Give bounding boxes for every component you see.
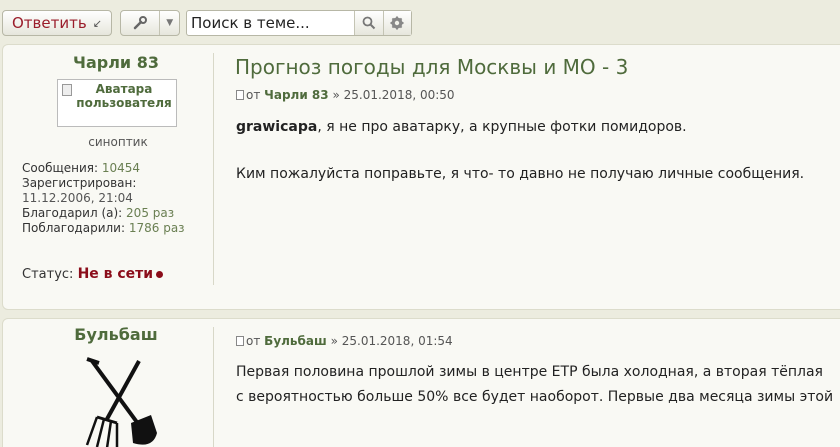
was-thanked-count[interactable]: 1786 раз bbox=[129, 221, 185, 235]
gear-icon bbox=[390, 16, 404, 30]
search-input[interactable] bbox=[187, 11, 354, 35]
pitchfork-shovel-icon bbox=[85, 357, 157, 447]
advanced-search-button[interactable] bbox=[382, 11, 411, 35]
user-rank: синоптик bbox=[88, 135, 148, 149]
reply-arrow-icon: ↙ bbox=[92, 16, 102, 30]
author-name[interactable]: Бульбаш bbox=[3, 325, 229, 344]
meta-from: от bbox=[246, 88, 261, 102]
registered-label: Зарегистрирован: bbox=[22, 176, 137, 190]
post-text: , я не про аватарку, а крупные фотки пом… bbox=[317, 119, 687, 135]
messages-count[interactable]: 10454 bbox=[102, 161, 140, 175]
meta-author[interactable]: Бульбаш bbox=[264, 334, 327, 348]
registered-date: 11.12.2006, 21:04 bbox=[22, 191, 133, 205]
status-value: Не в сети bbox=[77, 266, 154, 282]
post-text-line: с вероятностью больше 50% все будет наоб… bbox=[236, 389, 834, 405]
post-text-line: grawicapa, я не про аватарку, а крупные … bbox=[236, 119, 687, 135]
divider bbox=[213, 53, 214, 285]
reply-button[interactable]: Ответить ↙ bbox=[2, 10, 112, 36]
thanked-count[interactable]: 205 раз bbox=[126, 206, 174, 220]
avatar-alt-text: Аватара пользователя bbox=[76, 82, 172, 110]
search-icon bbox=[362, 16, 375, 30]
thanked-label: Благодарил (а): bbox=[22, 206, 123, 220]
meta-date: » 25.01.2018, 00:50 bbox=[332, 88, 455, 102]
chevron-down-icon[interactable]: ▼ bbox=[160, 18, 179, 28]
online-status: Статус: Не в сети bbox=[22, 266, 164, 282]
post-file-icon[interactable] bbox=[236, 336, 244, 346]
topic-search bbox=[186, 10, 412, 36]
messages-label: Сообщения: bbox=[22, 161, 99, 175]
author-name[interactable]: Чарли 83 bbox=[3, 53, 229, 72]
meta-date: » 25.01.2018, 01:54 bbox=[330, 334, 453, 348]
meta-author[interactable]: Чарли 83 bbox=[264, 88, 328, 102]
post-text-line: Ким пожалуйста поправьте, я что- то давн… bbox=[236, 166, 805, 182]
avatar bbox=[67, 353, 171, 447]
divider bbox=[213, 327, 214, 447]
topic-toolbar: Ответить ↙ ▼ bbox=[0, 0, 840, 44]
post-author-panel: Чарли 83 Аватара пользователя синоптик С… bbox=[3, 45, 213, 309]
post: Бульбаш от Бульбаш » 25.01.2018, 01:54 П… bbox=[2, 318, 840, 447]
post-meta: от Чарли 83 » 25.01.2018, 00:50 bbox=[236, 88, 455, 102]
offline-dot-icon bbox=[156, 271, 164, 278]
topic-tools-button[interactable]: ▼ bbox=[120, 10, 180, 36]
avatar: Аватара пользователя bbox=[57, 79, 177, 127]
user-stats: Сообщения: 10454 Зарегистрирован: 11.12.… bbox=[22, 161, 185, 236]
status-label: Статус: bbox=[22, 267, 74, 282]
post: Чарли 83 Аватара пользователя синоптик С… bbox=[2, 44, 840, 310]
reply-label: Ответить bbox=[12, 14, 87, 32]
broken-image-icon bbox=[62, 84, 72, 96]
post-author-panel: Бульбаш bbox=[3, 319, 213, 447]
post-meta: от Бульбаш » 25.01.2018, 01:54 bbox=[236, 334, 453, 348]
search-button[interactable] bbox=[354, 11, 383, 35]
was-thanked-label: Поблагодарили: bbox=[22, 221, 126, 235]
mention: grawicapa bbox=[236, 119, 318, 135]
meta-from: от bbox=[246, 334, 261, 348]
post-title[interactable]: Прогноз погоды для Москвы и МО - 3 bbox=[235, 55, 628, 79]
post-file-icon[interactable] bbox=[236, 90, 244, 100]
post-text-line: Первая половина прошлой зимы в центре ЕТ… bbox=[236, 364, 823, 380]
wrench-icon bbox=[121, 11, 161, 35]
